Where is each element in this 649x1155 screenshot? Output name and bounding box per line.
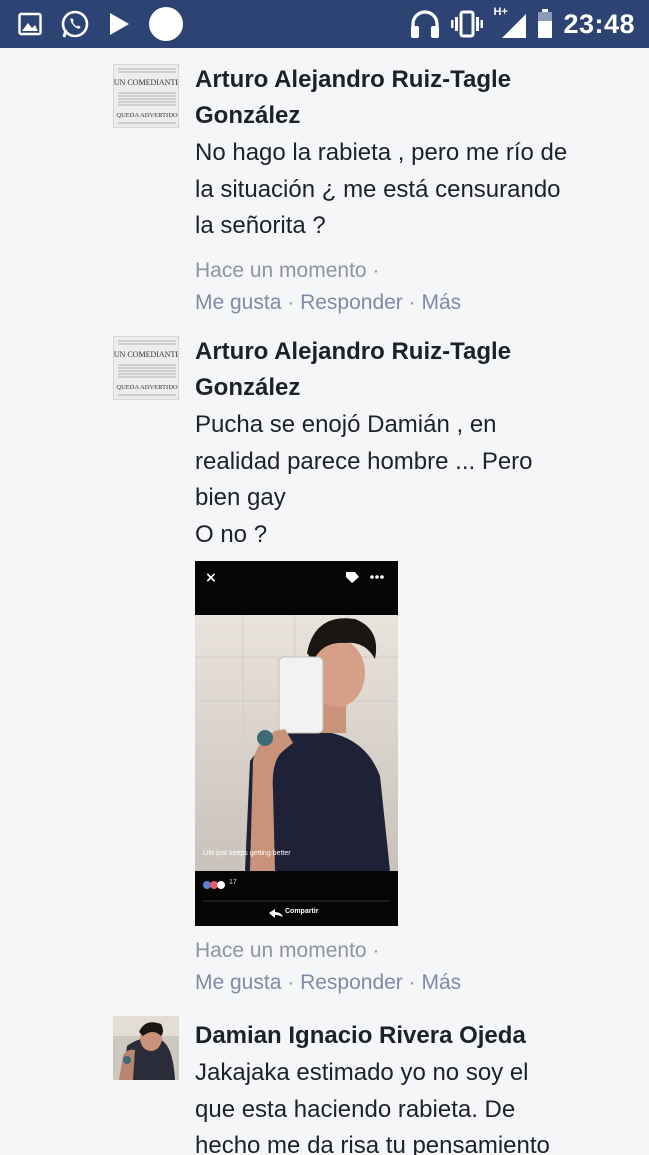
gallery-icon (18, 12, 42, 36)
signal-indicator: H+ (493, 6, 527, 40)
comment-timestamp: Hace un momento (195, 939, 367, 962)
comment-timestamp: Hace un momento (195, 258, 367, 282)
avatar[interactable]: UN COMEDIANTE QUEDA ADVERTIDO (113, 336, 179, 400)
comment-text: Jakajaka estimado yo no soy el que esta … (195, 1059, 550, 1155)
circle-icon (149, 7, 183, 41)
clock: 23:48 (563, 8, 635, 39)
battery-icon (538, 9, 553, 38)
play-icon (110, 13, 129, 35)
status-bar: H+ 23:48 (0, 0, 649, 48)
whatsapp-icon (61, 10, 89, 38)
reply-button[interactable]: Responder (300, 291, 403, 314)
like-button[interactable]: Me gusta (195, 291, 281, 314)
avatar[interactable]: UN COMEDIANTE QUEDA ADVERTIDO (113, 64, 179, 128)
comment-author[interactable]: Damian Ignacio Rivera Ojeda (195, 1018, 637, 1054)
svg-text:×: × (205, 570, 217, 586)
avatar-image: UN COMEDIANTE QUEDA ADVERTIDO (114, 337, 179, 399)
like-button[interactable]: Me gusta (195, 971, 281, 994)
comment-author[interactable]: Arturo Alejandro Ruiz-Tagle González (195, 334, 637, 406)
comment-photo[interactable]: × Life just keeps getting better 17 Comp… (195, 561, 398, 926)
svg-text:QUEDA ADVERTIDO: QUEDA ADVERTIDO (116, 112, 177, 119)
svg-text:UN COMEDIANTE: UN COMEDIANTE (114, 78, 179, 87)
svg-text:QUEDA ADVERTIDO: QUEDA ADVERTIDO (116, 384, 177, 391)
more-button[interactable]: Más (421, 971, 461, 994)
svg-text:UN COMEDIANTE: UN COMEDIANTE (114, 350, 179, 359)
headphones-icon (411, 10, 440, 38)
comment-author[interactable]: Arturo Alejandro Ruiz-Tagle González (195, 62, 637, 134)
avatar-image: UN COMEDIANTE QUEDA ADVERTIDO (114, 65, 179, 127)
comment-meta: Hace un momento · Me gusta · Responder ·… (195, 939, 462, 994)
avatar-image (113, 1016, 179, 1080)
vibrate-icon (451, 10, 484, 38)
comment-meta: Hace un momento · Me gusta · Responder ·… (195, 258, 462, 314)
more-button[interactable]: Más (421, 291, 461, 314)
photo-share-button[interactable]: Compartir (285, 908, 318, 915)
reply-button[interactable]: Responder (300, 971, 403, 994)
comment-text: No hago la rabieta , pero me río de la s… (195, 139, 568, 239)
avatar[interactable] (113, 1016, 179, 1080)
photo-caption: Life just keeps getting better (203, 850, 291, 857)
comment-text: Pucha se enojó Damián , en realidad pare… (195, 411, 533, 548)
photo-image: × (195, 561, 398, 926)
signal-icon (502, 14, 527, 38)
photo-reaction-count: 17 (229, 879, 237, 886)
